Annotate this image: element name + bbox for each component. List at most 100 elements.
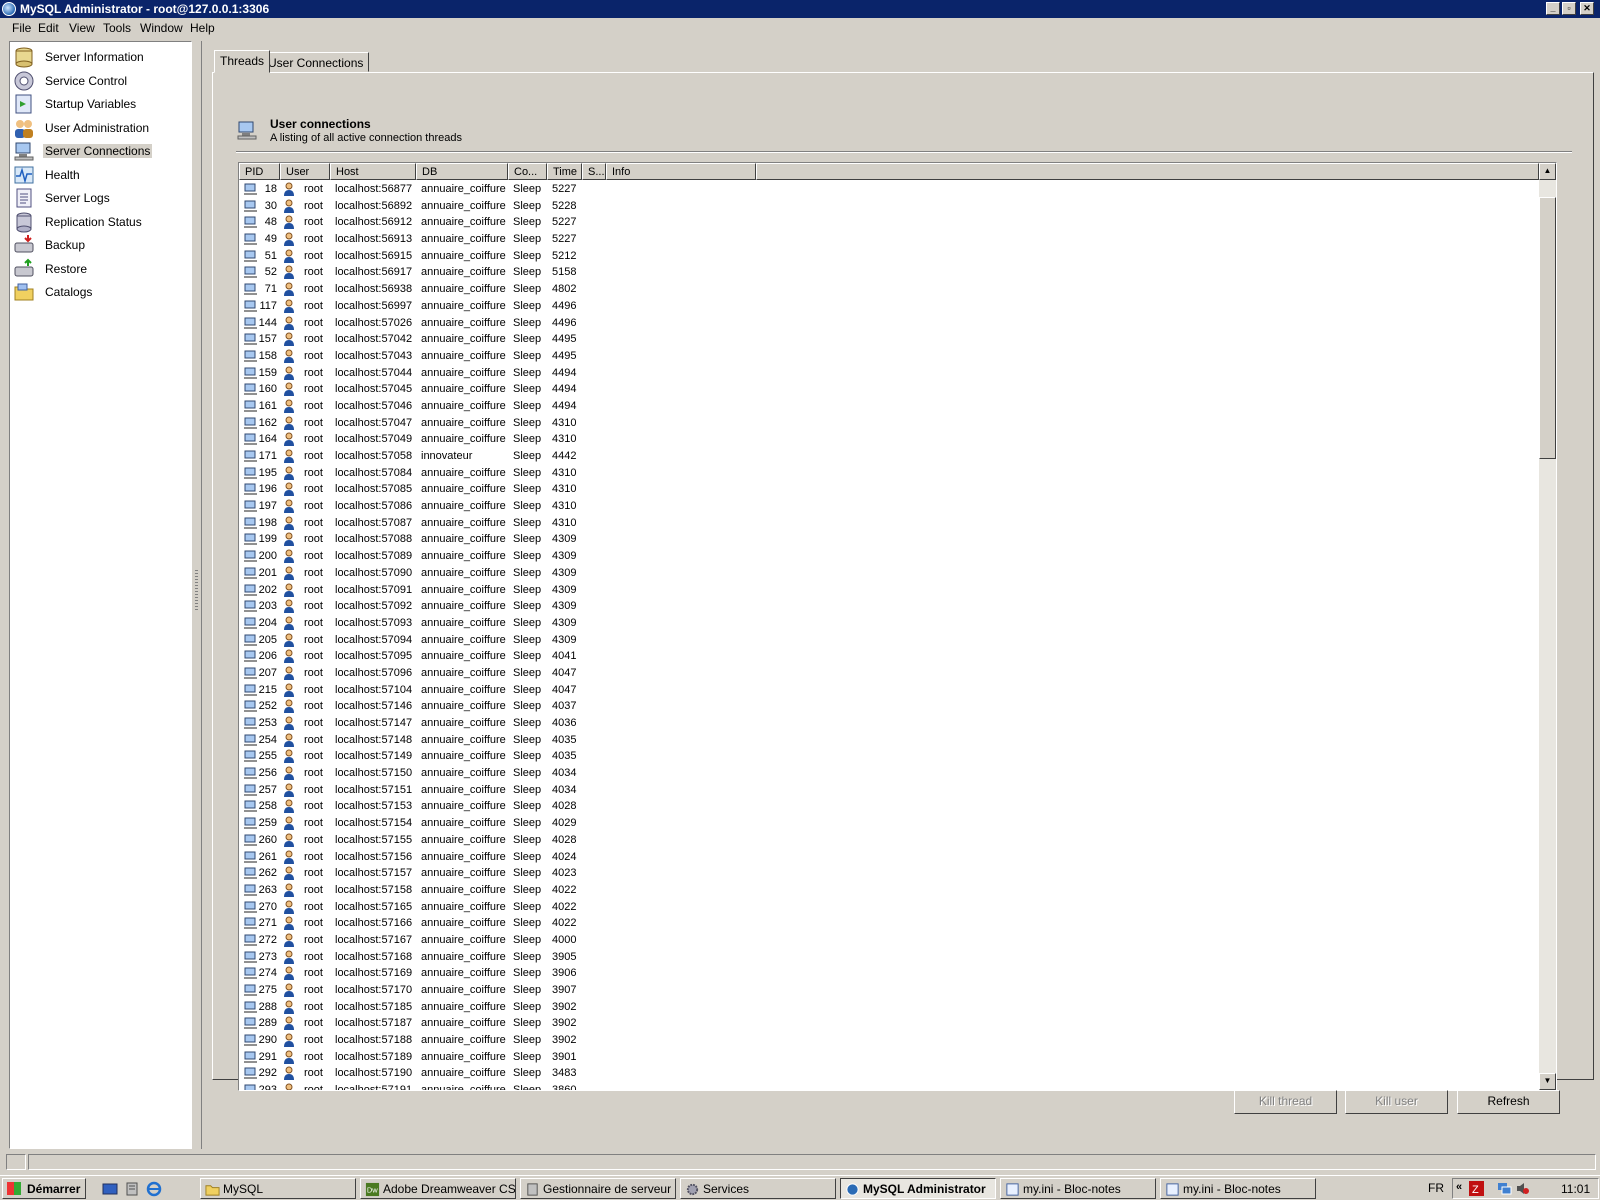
table-row[interactable]: 48 root localhost:56912 annuaire_coiffure Sl… [239,214,1539,231]
table-row[interactable]: 200 root localhost:57089 annuaire_coiffure S… [239,548,1539,565]
table-row[interactable]: 274 root localhost:57169 annuaire_coiffure S… [239,965,1539,982]
sidebar-splitter[interactable] [195,570,198,610]
taskbar-item-notepad-2[interactable]: my.ini - Bloc-notes [1160,1178,1316,1199]
table-row[interactable]: 51 root localhost:56915 annuaire_coiffure Sl… [239,248,1539,265]
sidebar-item-server-information[interactable]: Server Information [13,45,188,69]
tab-threads[interactable]: Threads [214,50,271,73]
table-row[interactable]: 158 root localhost:57043 annuaire_coiffure S… [239,348,1539,365]
table-row[interactable]: 161 root localhost:57046 annuaire_coiffure S… [239,398,1539,415]
taskbar-item-server-manager[interactable]: Gestionnaire de serveur [520,1178,676,1199]
menu-window[interactable]: Window [140,21,183,35]
show-desktop-icon[interactable] [102,1181,118,1197]
mysql-app-icon[interactable] [2,2,16,16]
title-bar[interactable]: MySQL Administrator - root@127.0.0.1:330… [0,0,1600,18]
table-row[interactable]: 18 root localhost:56877 annuaire_coiffure Sl… [239,181,1539,198]
minimize-button[interactable]: _ [1546,2,1560,15]
table-row[interactable]: 199 root localhost:57088 annuaire_coiffure S… [239,531,1539,548]
table-row[interactable]: 204 root localhost:57093 annuaire_coiffure S… [239,615,1539,632]
table-row[interactable]: 256 root localhost:57150 annuaire_coiffure S… [239,765,1539,782]
threads-table[interactable]: PID User Host DB Co... Time S... Info 18… [238,162,1557,1091]
sidebar-item-health[interactable]: Health [13,163,188,187]
table-row[interactable]: 157 root localhost:57042 annuaire_coiffure S… [239,331,1539,348]
table-row[interactable]: 271 root localhost:57166 annuaire_coiffure S… [239,915,1539,932]
filezilla-icon[interactable]: Z [1469,1181,1484,1196]
table-row[interactable]: 30 root localhost:56892 annuaire_coiffure Sl… [239,198,1539,215]
table-row[interactable]: 198 root localhost:57087 annuaire_coiffure S… [239,515,1539,532]
table-row[interactable]: 160 root localhost:57045 annuaire_coiffure S… [239,381,1539,398]
scroll-thumb[interactable] [1539,197,1556,459]
table-row[interactable]: 272 root localhost:57167 annuaire_coiffure S… [239,932,1539,949]
table-row[interactable]: 270 root localhost:57165 annuaire_coiffure S… [239,899,1539,916]
table-row[interactable]: 259 root localhost:57154 annuaire_coiffure S… [239,815,1539,832]
clock[interactable]: 11:01 [1561,1182,1590,1196]
table-row[interactable]: 290 root localhost:57188 annuaire_coiffure S… [239,1032,1539,1049]
table-row[interactable]: 164 root localhost:57049 annuaire_coiffure S… [239,431,1539,448]
taskbar-item-services[interactable]: Services [680,1178,836,1199]
language-indicator[interactable]: FR [1428,1181,1444,1195]
table-row[interactable]: 258 root localhost:57153 annuaire_coiffure S… [239,798,1539,815]
vertical-scrollbar[interactable]: ▲ ▼ [1539,163,1556,1090]
sidebar-item-backup[interactable]: Backup [13,233,188,257]
table-row[interactable]: 159 root localhost:57044 annuaire_coiffure S… [239,365,1539,382]
taskbar-item-mysql-administrator[interactable]: MySQL Administrator [840,1178,996,1199]
column-header-db[interactable]: DB [416,163,508,180]
table-row[interactable]: 197 root localhost:57086 annuaire_coiffure S… [239,498,1539,515]
sidebar-item-restore[interactable]: Restore [13,257,188,281]
table-row[interactable]: 205 root localhost:57094 annuaire_coiffure S… [239,632,1539,649]
table-row[interactable]: 206 root localhost:57095 annuaire_coiffure S… [239,648,1539,665]
menu-edit[interactable]: Edit [38,21,59,35]
sidebar-item-catalogs[interactable]: Catalogs [13,280,188,304]
table-row[interactable]: 257 root localhost:57151 annuaire_coiffure S… [239,782,1539,799]
refresh-button[interactable]: Refresh [1457,1090,1560,1114]
server-manager-icon[interactable] [124,1181,140,1197]
column-header-time[interactable]: Time [547,163,582,180]
sidebar-item-server-connections[interactable]: Server Connections [13,139,188,163]
kill-thread-button[interactable]: Kill thread [1234,1090,1337,1114]
table-row[interactable]: 202 root localhost:57091 annuaire_coiffure S… [239,582,1539,599]
kill-user-button[interactable]: Kill user [1345,1090,1448,1114]
table-row[interactable]: 292 root localhost:57190 annuaire_coiffure S… [239,1065,1539,1082]
sidebar-item-server-logs[interactable]: Server Logs [13,186,188,210]
column-header-info[interactable]: Info [606,163,756,180]
menu-view[interactable]: View [69,21,95,35]
table-row[interactable]: 49 root localhost:56913 annuaire_coiffure Sl… [239,231,1539,248]
table-row[interactable]: 117 root localhost:56997 annuaire_coiffure S… [239,298,1539,315]
network-tray-icon[interactable] [1497,1181,1512,1196]
column-header-state[interactable]: S... [582,163,606,180]
table-row[interactable]: 201 root localhost:57090 annuaire_coiffure S… [239,565,1539,582]
menu-help[interactable]: Help [190,21,215,35]
table-row[interactable]: 162 root localhost:57047 annuaire_coiffure S… [239,415,1539,432]
scroll-up-button[interactable]: ▲ [1539,163,1556,180]
volume-muted-icon[interactable] [1515,1181,1530,1196]
taskbar-item-dreamweaver[interactable]: Dw Adobe Dreamweaver CS3 [360,1178,516,1199]
tray-expand-icon[interactable]: « [1456,1181,1462,1193]
table-row[interactable]: 252 root localhost:57146 annuaire_coiffure S… [239,698,1539,715]
table-row[interactable]: 262 root localhost:57157 annuaire_coiffure S… [239,865,1539,882]
table-row[interactable]: 273 root localhost:57168 annuaire_coiffure S… [239,949,1539,966]
column-header-user[interactable]: User [280,163,330,180]
table-row[interactable]: 215 root localhost:57104 annuaire_coiffure S… [239,682,1539,699]
table-row[interactable]: 261 root localhost:57156 annuaire_coiffure S… [239,849,1539,866]
table-row[interactable]: 288 root localhost:57185 annuaire_coiffure S… [239,999,1539,1016]
restore-button[interactable]: ▫ [1562,2,1576,15]
start-button[interactable]: Démarrer [2,1178,86,1199]
table-row[interactable]: 253 root localhost:57147 annuaire_coiffure S… [239,715,1539,732]
table-row[interactable]: 52 root localhost:56917 annuaire_coiffure Sl… [239,264,1539,281]
table-row[interactable]: 171 root localhost:57058 innovateur Sleep 444… [239,448,1539,465]
sidebar-item-user-administration[interactable]: User Administration [13,116,188,140]
table-row[interactable]: 71 root localhost:56938 annuaire_coiffure Sl… [239,281,1539,298]
table-row[interactable]: 254 root localhost:57148 annuaire_coiffure S… [239,732,1539,749]
table-row[interactable]: 260 root localhost:57155 annuaire_coiffure S… [239,832,1539,849]
column-header-host[interactable]: Host [330,163,416,180]
table-row[interactable]: 255 root localhost:57149 annuaire_coiffure S… [239,748,1539,765]
internet-explorer-icon[interactable] [146,1181,162,1197]
table-row[interactable]: 263 root localhost:57158 annuaire_coiffure S… [239,882,1539,899]
table-row[interactable]: 293 root localhost:57191 annuaire_coiffure S… [239,1082,1539,1090]
table-row[interactable]: 207 root localhost:57096 annuaire_coiffure S… [239,665,1539,682]
table-row[interactable]: 203 root localhost:57092 annuaire_coiffure S… [239,598,1539,615]
table-row[interactable]: 289 root localhost:57187 annuaire_coiffure S… [239,1015,1539,1032]
scroll-down-button[interactable]: ▼ [1539,1073,1556,1090]
taskbar-item-notepad-1[interactable]: my.ini - Bloc-notes [1000,1178,1156,1199]
table-row[interactable]: 144 root localhost:57026 annuaire_coiffure S… [239,315,1539,332]
tab-user-connections[interactable]: User Connections [262,52,370,72]
